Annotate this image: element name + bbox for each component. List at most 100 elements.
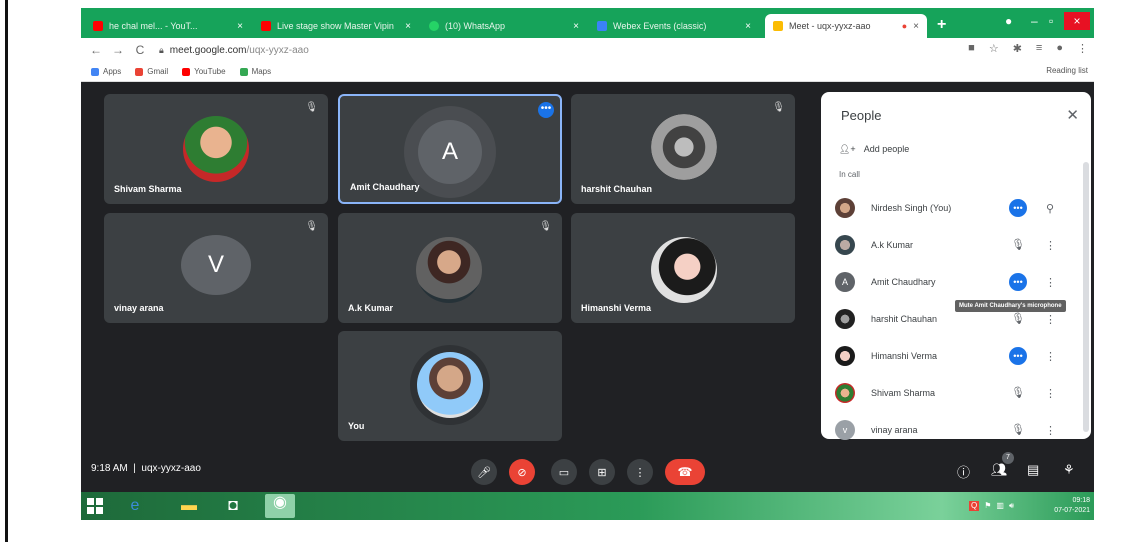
bookmark-star-icon[interactable]: ☆ [989,42,999,55]
pin-icon[interactable]: ⚲ [1045,202,1055,215]
minimize-icon[interactable]: – [1031,14,1038,28]
store-icon[interactable]: ◘ [223,497,243,515]
microphone-button[interactable]: 🎤︎ [471,459,497,485]
activities-icon[interactable]: ⚘ [1063,462,1075,478]
youtube-icon [182,67,191,76]
volume-icon[interactable]: 🔊︎ [1009,501,1014,511]
playlist-icon[interactable]: ≡ [1036,42,1042,55]
close-icon[interactable]: ✕ [1066,106,1079,124]
more-menu-icon[interactable]: ⋮ [1077,42,1088,55]
meeting-details-icon[interactable]: ⓘ [957,462,970,481]
participant-row[interactable]: v vinay arana 🎙︎ ⋮ [835,418,1075,442]
camera-permission-icon[interactable]: ■ [968,42,975,55]
clock-time: 09:18 [1072,497,1090,504]
more-options-icon[interactable]: ••• [538,102,554,118]
muted-mic-icon: 🎙︎ [1011,239,1025,251]
windows-start-icon[interactable] [87,498,103,514]
maps-icon [239,67,248,76]
kebab-menu-icon[interactable]: ⋮ [1045,424,1056,437]
participant-row[interactable]: A Amit Chaudhary ••• ⋮ [835,270,1075,294]
self-tile[interactable]: You [338,331,562,441]
tab-youtube-2[interactable]: Live stage show Master Vipin × [253,14,419,38]
more-options-icon[interactable]: ••• [1009,347,1027,365]
participant-row[interactable]: Himanshi Verma ••• ⋮ [835,344,1075,368]
tab-title: Live stage show Master Vipin [277,21,394,31]
avatar [835,383,855,403]
bookmark-apps[interactable]: Apps [91,67,121,76]
more-options-icon[interactable]: ••• [1009,273,1027,291]
panel-title: People [841,108,882,123]
participant-name: Himanshi Verma [581,303,652,313]
people-icon[interactable]: 👥︎ [991,462,1008,478]
close-tab-icon[interactable]: × [573,21,579,32]
meet-icon [773,21,783,31]
hang-up-button[interactable]: ☎ [665,459,705,485]
participant-tile[interactable]: ••• A Amit Chaudhary [338,94,562,204]
clock[interactable]: 09:18 07-07-2021 [1054,496,1090,516]
close-tab-icon[interactable]: × [405,21,411,32]
kebab-menu-icon[interactable]: ⋮ [1045,239,1056,252]
participant-name: A.k Kumar [348,303,394,313]
network-icon[interactable]: ▥ [996,501,1004,511]
avatar[interactable]: ● [1056,42,1063,55]
reading-list[interactable]: Reading list [1046,66,1088,75]
people-panel: People ✕ 👤︎+ Add people In call Nirdesh … [821,92,1091,442]
participant-row[interactable]: Nirdesh Singh (You) ••• ⚲ [835,196,1075,220]
youtube-icon [261,21,271,31]
browser-window: he chal mel... - YouT... × Live stage sh… [81,8,1094,520]
participant-tile[interactable]: 🎙︎ Shivam Sharma [104,94,328,204]
participant-row[interactable]: harshit Chauhan 🎙︎ ⋮ [835,307,1075,331]
kebab-menu-icon[interactable]: ⋮ [1045,313,1056,326]
camera-off-button[interactable]: ⊘ [509,459,535,485]
participant-name: Nirdesh Singh (You) [871,203,952,213]
scrollbar[interactable] [1083,162,1089,432]
add-people-label: Add people [863,144,910,154]
meeting-time: 9:18 AM [91,463,128,474]
avatar [651,114,717,180]
close-tab-icon[interactable]: × [745,21,751,32]
window-close-icon[interactable]: × [1064,12,1090,30]
more-options-button[interactable]: ⋮ [627,459,653,485]
url-path: /uqx-yyxz-aao [246,44,309,56]
extensions-icon[interactable]: ✱ [1013,42,1022,55]
tab-youtube-1[interactable]: he chal mel... - YouT... × [85,14,251,38]
flag-icon[interactable]: ⚑ [984,501,991,511]
new-tab-icon[interactable]: + [937,16,946,34]
bookmark-youtube[interactable]: YouTube [182,67,226,76]
forward-icon[interactable]: → [111,43,125,57]
captions-button[interactable]: ▭ [551,459,577,485]
more-options-icon[interactable]: ••• [1009,199,1027,217]
participant-tile[interactable]: Himanshi Verma [571,213,795,323]
close-tab-icon[interactable]: × [913,21,919,32]
reload-icon[interactable]: C [133,43,147,57]
participant-row[interactable]: Shivam Sharma 🎙︎ ⋮ [835,381,1075,405]
present-button[interactable]: ⊞ [589,459,615,485]
kebab-menu-icon[interactable]: ⋮ [1045,350,1056,363]
file-explorer-icon[interactable]: ▬ [179,497,199,515]
bookmark-maps[interactable]: Maps [239,67,271,76]
avatar [183,116,249,182]
participant-tile[interactable]: 🎙︎ A.k Kumar [338,213,562,323]
tab-webex[interactable]: Webex Events (classic) × [589,14,759,38]
tab-meet[interactable]: Meet - uqx-yyxz-aao ● × [765,14,927,38]
participant-row[interactable]: A.k Kumar 🎙︎ ⋮ [835,233,1075,257]
back-icon[interactable]: ← [89,43,103,57]
add-people-button[interactable]: 👤︎+ Add people [839,144,909,155]
participant-tile[interactable]: 🎙︎ harshit Chauhan [571,94,795,204]
tray-app-icon[interactable]: Q [968,501,980,511]
url-field[interactable]: 🔒︎ meet.google.com/uqx-yyxz-aao [159,45,309,56]
close-tab-icon[interactable]: × [237,21,243,32]
participant-tile[interactable]: 🎙︎ V vinay arana [104,213,328,323]
profile-icon[interactable]: ● [1005,14,1012,28]
maximize-icon[interactable]: ▫ [1049,14,1053,28]
participant-name: vinay arana [114,303,164,313]
tab-title: he chal mel... - YouT... [109,21,198,31]
tab-whatsapp[interactable]: (10) WhatsApp × [421,14,587,38]
internet-explorer-icon[interactable]: e [125,497,145,515]
participant-name: harshit Chauhan [581,184,653,194]
bookmark-gmail[interactable]: Gmail [135,67,168,76]
chat-icon[interactable]: ▤ [1027,462,1039,478]
kebab-menu-icon[interactable]: ⋮ [1045,276,1056,289]
chrome-icon[interactable]: ◉ [265,494,295,518]
kebab-menu-icon[interactable]: ⋮ [1045,387,1056,400]
